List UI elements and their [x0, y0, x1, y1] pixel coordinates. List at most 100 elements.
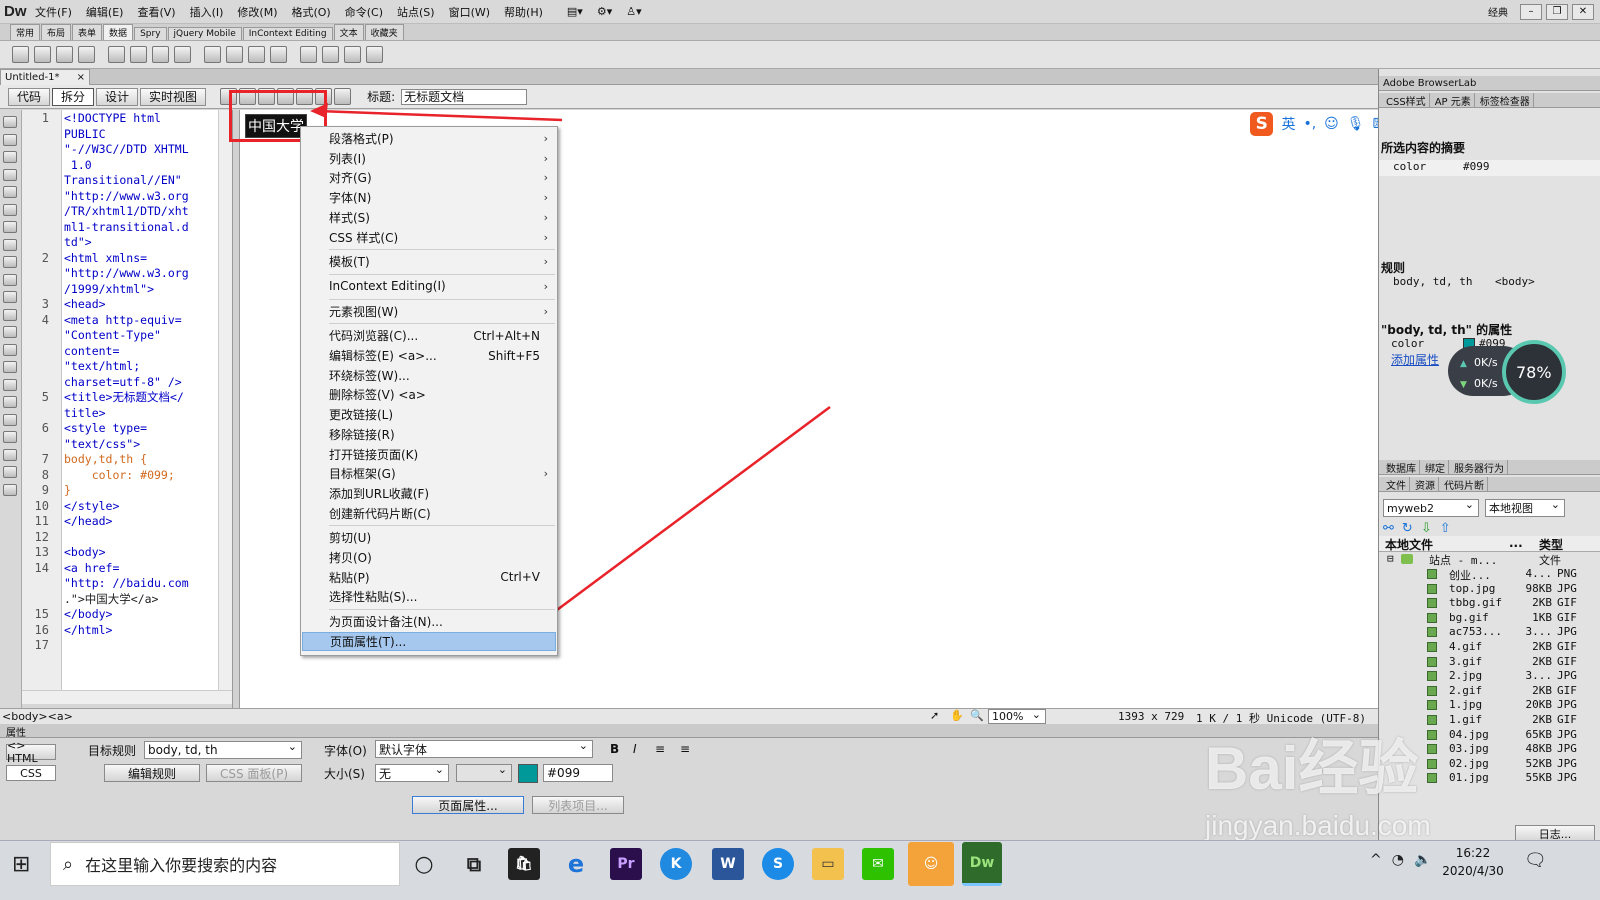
col-size[interactable]: ... [1509, 536, 1523, 550]
store-icon[interactable]: 🛍 [508, 848, 540, 880]
view-select[interactable]: 本地视图 [1485, 498, 1565, 517]
context-menu-item[interactable]: 目标框架(G) › [302, 464, 556, 483]
task-view-icon[interactable]: ⧉ [458, 848, 490, 880]
site-root[interactable]: 站点 - m... [1429, 552, 1497, 568]
files-panel-tab[interactable]: 文件 [1383, 476, 1410, 492]
context-menu-item[interactable]: 删除标签(V) <a> [302, 385, 556, 404]
cortana-icon[interactable]: ○ [408, 848, 440, 880]
italic-button[interactable]: I [633, 742, 637, 756]
context-menu-item[interactable]: 更改链接(L) [302, 405, 556, 424]
kugou-icon[interactable]: K [660, 848, 692, 880]
file-row[interactable]: top.jpg 98KB JPG [1379, 582, 1577, 597]
refresh-files-icon[interactable]: ↻ [1402, 521, 1413, 536]
context-menu-item[interactable]: 字体(N) › [302, 188, 556, 207]
windows-start-icon[interactable]: ⊞ [12, 852, 30, 877]
target-rule-select[interactable]: body, td, th [144, 740, 302, 759]
context-menu-item[interactable]: 打开链接页面(K) [302, 445, 556, 464]
qq-pet-icon[interactable]: ☺ [908, 842, 954, 886]
context-menu-item[interactable]: 段落格式(P) › [302, 129, 556, 148]
put-files-icon[interactable]: ⇧ [1440, 521, 1451, 536]
file-row[interactable]: bg.gif 1KB GIF [1379, 611, 1577, 626]
css-panel-tab[interactable]: AP 元素 [1432, 92, 1475, 108]
add-property-link[interactable]: 添加属性 [1391, 351, 1439, 368]
wechat-icon[interactable]: ✉ [862, 848, 894, 880]
context-menu-item[interactable]: 添加到URL收藏(F) [302, 484, 556, 503]
file-row[interactable]: 4.gif 2KB GIF [1379, 640, 1577, 655]
premiere-icon[interactable]: Pr [610, 848, 642, 880]
context-menu-item[interactable]: 页面属性(T)... [302, 631, 556, 651]
browserlab-header[interactable]: Adobe BrowserLab [1379, 76, 1600, 91]
database-panel-tab[interactable]: 数据库 [1383, 459, 1420, 475]
summary-prop[interactable]: color [1393, 160, 1426, 173]
context-menu-item[interactable]: 对齐(G) › [302, 168, 556, 187]
network-icon[interactable]: ◔ [1392, 852, 1404, 868]
sogou-icon[interactable]: S [762, 848, 794, 880]
file-row[interactable]: 创业... 4... PNG [1379, 567, 1577, 582]
database-panel-tab[interactable]: 绑定 [1422, 459, 1449, 475]
align-left-icon[interactable]: ≡ [655, 742, 665, 756]
file-row[interactable]: 2.jpg 3... JPG [1379, 669, 1577, 684]
edit-rule-button[interactable]: 编辑规则 [104, 764, 200, 782]
col-type[interactable]: 类型 [1539, 536, 1563, 553]
color-swatch[interactable] [518, 764, 538, 783]
speed-widget[interactable]: ▲ ▼ 0K/s 0K/s 78% [1448, 340, 1566, 404]
summary-value[interactable]: #099 [1463, 160, 1490, 173]
size-unit-select[interactable] [456, 763, 512, 782]
window-size[interactable]: 1393 x 729 [1118, 710, 1184, 723]
file-row[interactable]: ac753... 3... JPG [1379, 625, 1577, 640]
page-properties-button[interactable]: 页面属性... [412, 796, 524, 814]
context-menu-item[interactable]: 列表(I) › [302, 149, 556, 168]
files-panel-tab[interactable]: 代码片断 [1441, 476, 1488, 492]
context-menu-item[interactable]: 模板(T) › [302, 252, 556, 271]
tray-expand-icon[interactable]: ^ [1370, 852, 1382, 868]
database-panel-tab[interactable]: 服务器行为 [1451, 459, 1508, 475]
notifications-icon[interactable]: 🗨 [1524, 850, 1547, 871]
file-row[interactable]: tbbg.gif 2KB GIF [1379, 596, 1577, 611]
context-menu-item[interactable]: 样式(S) › [302, 208, 556, 227]
align-center-icon[interactable]: ≡ [680, 742, 690, 756]
css-panel-tab[interactable]: CSS样式 [1383, 92, 1430, 108]
clock[interactable]: 16:22 2020/4/30 [1438, 846, 1508, 878]
css-mode-button[interactable]: CSS [6, 765, 56, 781]
context-menu-item[interactable]: 拷贝(O) [302, 548, 556, 567]
col-local-files[interactable]: 本地文件 [1385, 536, 1433, 553]
context-menu-item[interactable]: 粘贴(P) Ctrl+V [302, 568, 556, 587]
css-panel-button[interactable]: CSS 面板(P) [206, 764, 302, 782]
file-row[interactable]: 1.jpg 20KB JPG [1379, 698, 1577, 713]
context-menu-item[interactable]: 环绕标签(W)... [302, 366, 556, 385]
hand-tool-icon[interactable]: ✋ [950, 709, 964, 722]
list-item-button[interactable]: 列表项目... [532, 796, 624, 814]
css-panel-tab[interactable]: 标签检查器 [1477, 92, 1534, 108]
context-menu-item[interactable]: 创建新代码片断(C) [302, 504, 556, 523]
file-row[interactable]: 2.gif 2KB GIF [1379, 684, 1577, 699]
context-menu-item[interactable]: 代码浏览器(C)... Ctrl+Alt+N [302, 326, 556, 345]
connect-icon[interactable]: ⚯ [1383, 521, 1394, 536]
bold-button[interactable]: B [610, 742, 619, 756]
context-menu-item[interactable]: 为页面设计备注(N)... [302, 612, 556, 631]
context-menu-item[interactable]: 元素视图(W) › [302, 302, 556, 321]
tree-collapse-icon[interactable]: ⊟ [1387, 552, 1394, 565]
file-explorer-icon[interactable]: ▭ [812, 848, 844, 880]
rule-selector[interactable]: body, td, th [1393, 275, 1472, 288]
select-tool-icon[interactable]: ➚ [930, 709, 939, 722]
context-menu-item[interactable]: InContext Editing(I) › [302, 277, 556, 296]
color-input[interactable]: #099 [543, 764, 613, 782]
html-mode-button[interactable]: <> HTML [6, 739, 56, 765]
file-row[interactable]: 3.gif 2KB GIF [1379, 655, 1577, 670]
context-menu-item[interactable]: 编辑标签(E) <a>... Shift+F5 [302, 346, 556, 365]
prop-color[interactable]: color [1391, 337, 1424, 350]
context-menu-item[interactable]: 剪切(U) [302, 528, 556, 547]
font-select[interactable]: 默认字体 [375, 739, 593, 758]
files-panel-tab[interactable]: 资源 [1412, 476, 1439, 492]
zoom-tool-icon[interactable]: 🔍 [970, 709, 984, 722]
word-icon[interactable]: W [712, 848, 744, 880]
context-menu-item[interactable]: CSS 样式(C) › [302, 228, 556, 247]
dreamweaver-taskbar-icon[interactable]: Dw [962, 842, 1002, 886]
zoom-select[interactable]: 100% [988, 708, 1046, 724]
volume-icon[interactable]: 🔈 [1414, 852, 1431, 868]
site-select[interactable]: myweb2 [1383, 498, 1479, 517]
context-menu-item[interactable]: 选择性粘贴(S)... [302, 587, 556, 606]
tag-selector[interactable]: <body><a> [2, 710, 73, 723]
context-menu-item[interactable]: 移除链接(R) [302, 425, 556, 444]
edge-icon[interactable]: e [560, 848, 592, 880]
